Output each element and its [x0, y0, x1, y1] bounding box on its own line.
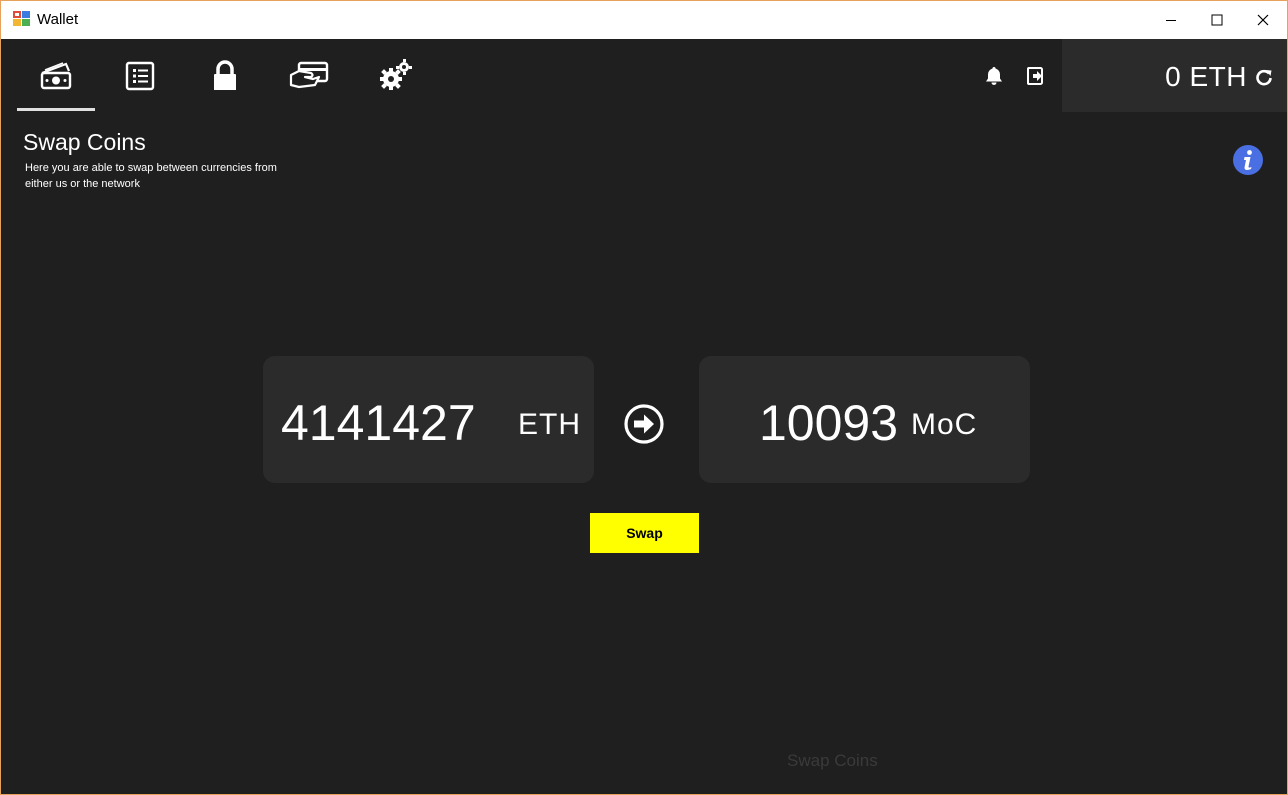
minimize-button[interactable] — [1148, 1, 1194, 39]
minimize-icon — [1166, 20, 1176, 21]
nav-item-payment[interactable] — [271, 39, 349, 112]
lock-icon — [214, 59, 236, 90]
maximize-icon — [1211, 14, 1223, 26]
active-tab-indicator — [17, 108, 95, 111]
arrow-right-circle-icon — [624, 404, 664, 444]
bell-icon — [986, 66, 1002, 85]
to-currency: MoC — [911, 408, 978, 441]
notifications-button[interactable] — [979, 39, 1009, 112]
close-button[interactable] — [1240, 1, 1286, 39]
close-icon — [1257, 14, 1269, 26]
to-amount: 10093 — [759, 395, 899, 451]
main-nav: 0 ETH — [1, 39, 1287, 112]
wallet-window: Wallet 0 ETH Swap Coins Here you are abl… — [0, 0, 1288, 795]
page-title: Swap Coins — [23, 129, 146, 155]
from-amount-box[interactable]: 4141427 ETH — [263, 356, 594, 483]
title-bar: Wallet — [1, 1, 1287, 39]
from-amount: 4141427 — [281, 395, 476, 451]
balance-panel: 0 ETH — [1062, 39, 1287, 112]
to-amount-box[interactable]: 10093 MoC — [699, 356, 1030, 483]
logout-icon — [1027, 66, 1043, 85]
gears-icon — [380, 58, 412, 90]
footer-label: Swap Coins — [787, 751, 878, 770]
nav-item-settings[interactable] — [356, 39, 434, 112]
balance-value: 0 ETH — [1165, 61, 1247, 92]
info-icon[interactable] — [1232, 144, 1264, 176]
list-icon — [125, 61, 155, 90]
refresh-icon[interactable] — [1255, 68, 1273, 86]
swap-button[interactable]: Swap — [590, 513, 699, 553]
card-hand-icon — [289, 61, 329, 88]
from-currency: ETH — [518, 408, 581, 441]
logout-button[interactable] — [1021, 39, 1051, 112]
window-title: Wallet — [37, 11, 79, 28]
app-icon — [13, 11, 30, 26]
nav-item-list[interactable] — [101, 39, 179, 112]
maximize-button[interactable] — [1194, 1, 1240, 39]
nav-item-security[interactable] — [186, 39, 264, 112]
page-subtitle: Here you are able to swap between curren… — [25, 162, 277, 190]
nav-item-wallet[interactable] — [17, 39, 95, 112]
money-wallet-icon — [40, 61, 72, 89]
